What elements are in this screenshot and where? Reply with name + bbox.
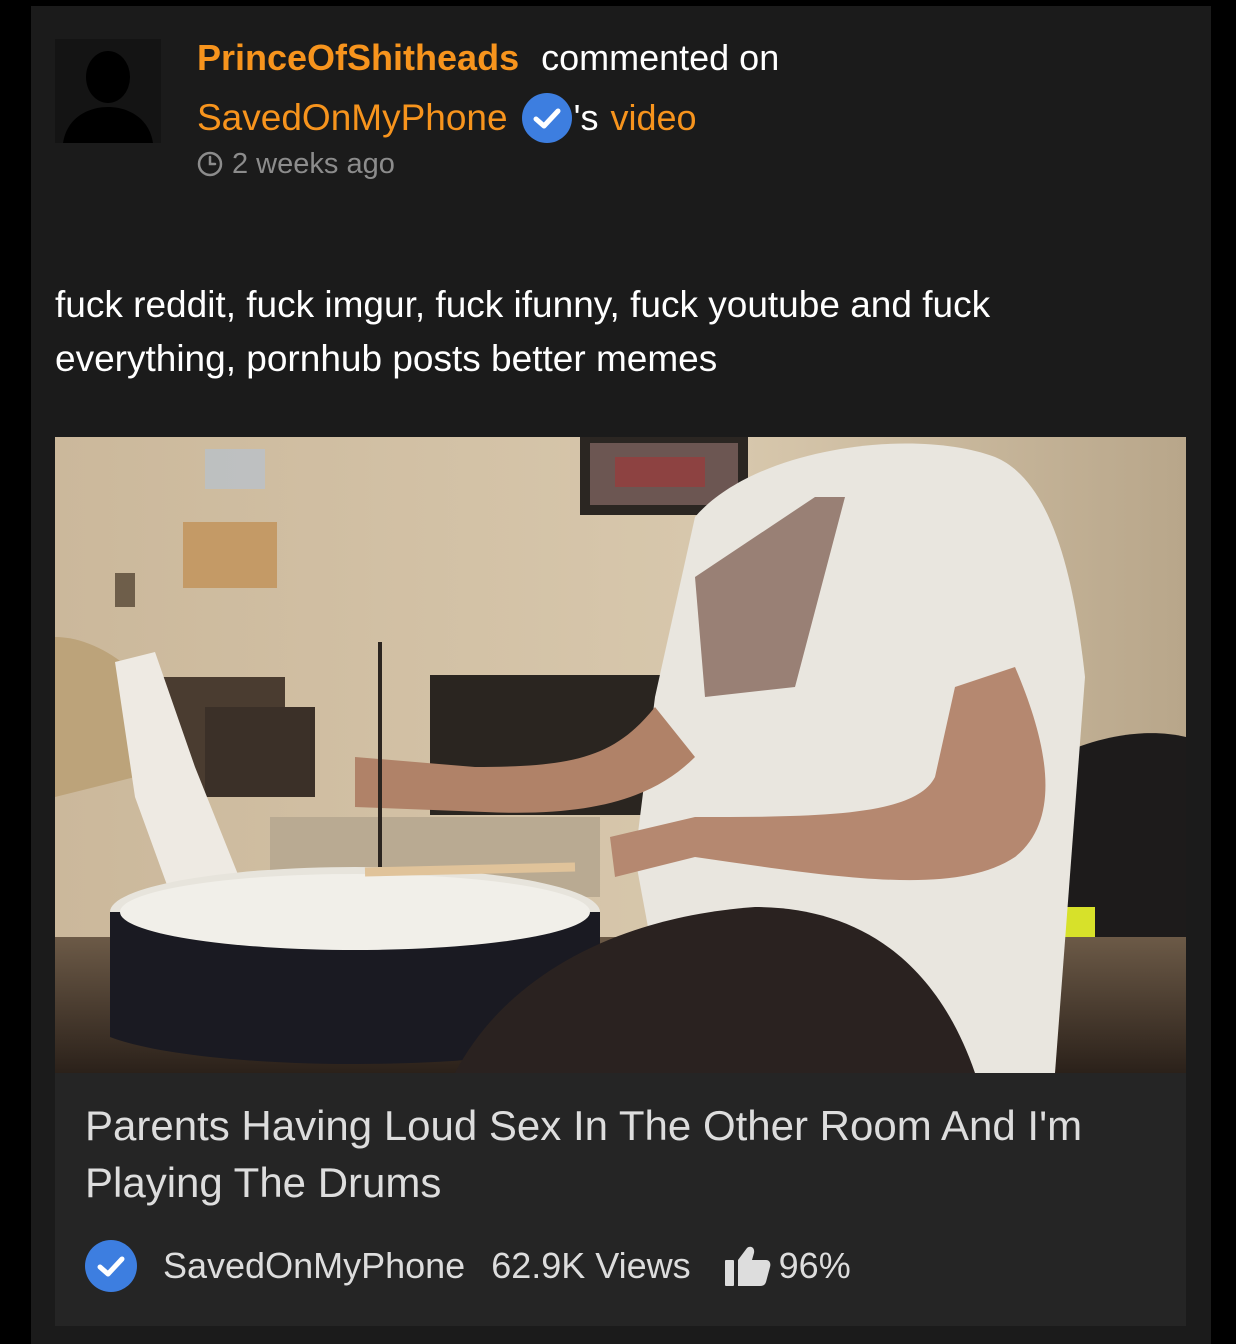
- view-count: 62.9K Views: [491, 1245, 691, 1286]
- video-title-link[interactable]: Parents Having Loud Sex In The Other Roo…: [85, 1097, 1145, 1211]
- commenter-username-link[interactable]: PrinceOfShitheads: [197, 37, 519, 79]
- time-ago-text: 2 weeks ago: [232, 147, 395, 180]
- user-silhouette-icon: [55, 39, 161, 143]
- video-thumbnail[interactable]: [55, 437, 1186, 1073]
- video-meta-row: SavedOnMyPhone 62.9K Views 96%: [85, 1239, 851, 1293]
- user-avatar[interactable]: [55, 39, 161, 143]
- verified-check-icon: [85, 1240, 137, 1292]
- clock-icon: [197, 151, 223, 177]
- notification-target: SavedOnMyPhone 's video: [197, 92, 697, 144]
- comment-body: fuck reddit, fuck imgur, fuck ifunny, fu…: [55, 284, 991, 379]
- thumbs-up-icon: [724, 1246, 771, 1286]
- verified-check-icon: [521, 93, 572, 143]
- video-info-panel: Parents Having Loud Sex In The Other Roo…: [55, 1073, 1186, 1326]
- timestamp: 2 weeks ago: [197, 146, 395, 182]
- action-text: commented on: [541, 37, 780, 78]
- video-link[interactable]: video: [610, 97, 696, 139]
- rating-percent: 96%: [778, 1245, 851, 1286]
- video-channel-link[interactable]: SavedOnMyPhone: [163, 1245, 465, 1287]
- comment-notification-card: PrinceOfShitheads commented on SavedOnMy…: [31, 6, 1211, 1344]
- channel-name-link[interactable]: SavedOnMyPhone: [197, 97, 508, 139]
- thumbnail-image: [55, 437, 1186, 1073]
- possessive-text: 's: [573, 97, 599, 138]
- notification-header: PrinceOfShitheads commented on: [197, 36, 779, 80]
